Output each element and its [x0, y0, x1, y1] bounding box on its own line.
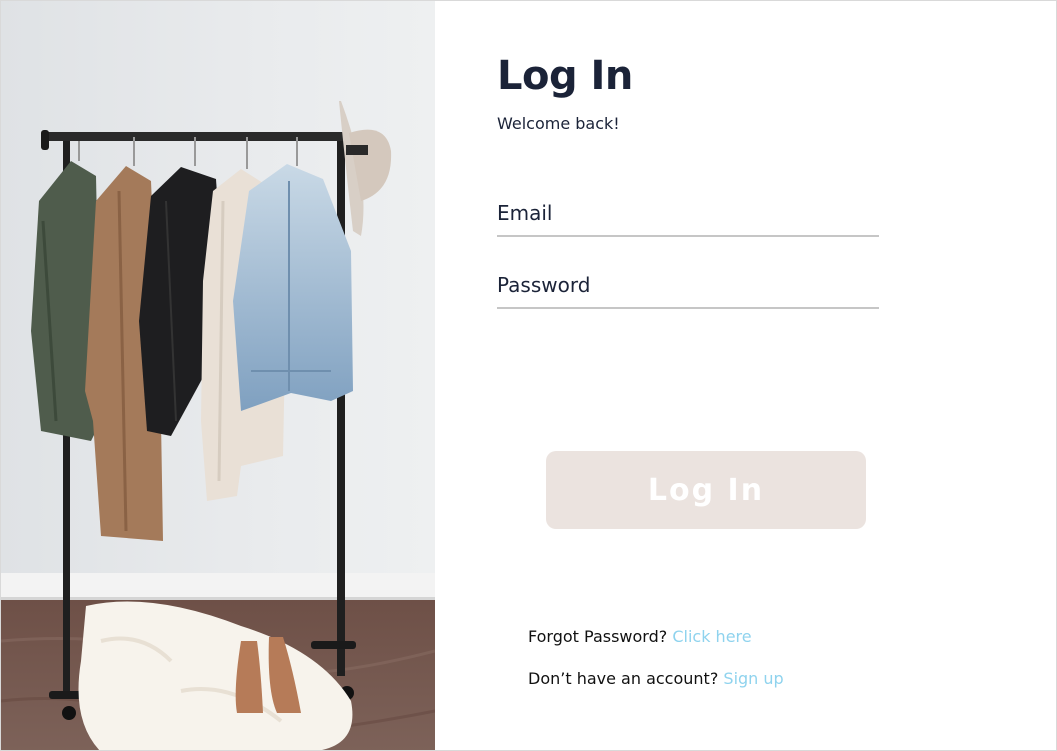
- email-field-wrapper: [497, 191, 879, 237]
- page-frame: Log In Welcome back! Log In Forgot Passw…: [0, 0, 1057, 751]
- clothing-rack-illustration: [1, 1, 435, 750]
- login-button[interactable]: Log In: [546, 451, 866, 529]
- page-title: Log In: [497, 53, 633, 99]
- email-input[interactable]: [497, 191, 879, 235]
- password-field-wrapper: [497, 263, 879, 309]
- welcome-subtitle: Welcome back!: [497, 114, 620, 133]
- signup-row: Don’t have an account? Sign up: [528, 669, 784, 688]
- forgot-password-row: Forgot Password? Click here: [528, 627, 752, 646]
- login-panel: Log In Welcome back! Log In Forgot Passw…: [436, 1, 1056, 750]
- forgot-password-text: Forgot Password?: [528, 627, 668, 646]
- forgot-password-link[interactable]: Click here: [672, 627, 751, 646]
- password-input[interactable]: [497, 263, 879, 307]
- signup-link[interactable]: Sign up: [723, 669, 783, 688]
- clothing-rack-photo: [1, 1, 435, 750]
- signup-text: Don’t have an account?: [528, 669, 719, 688]
